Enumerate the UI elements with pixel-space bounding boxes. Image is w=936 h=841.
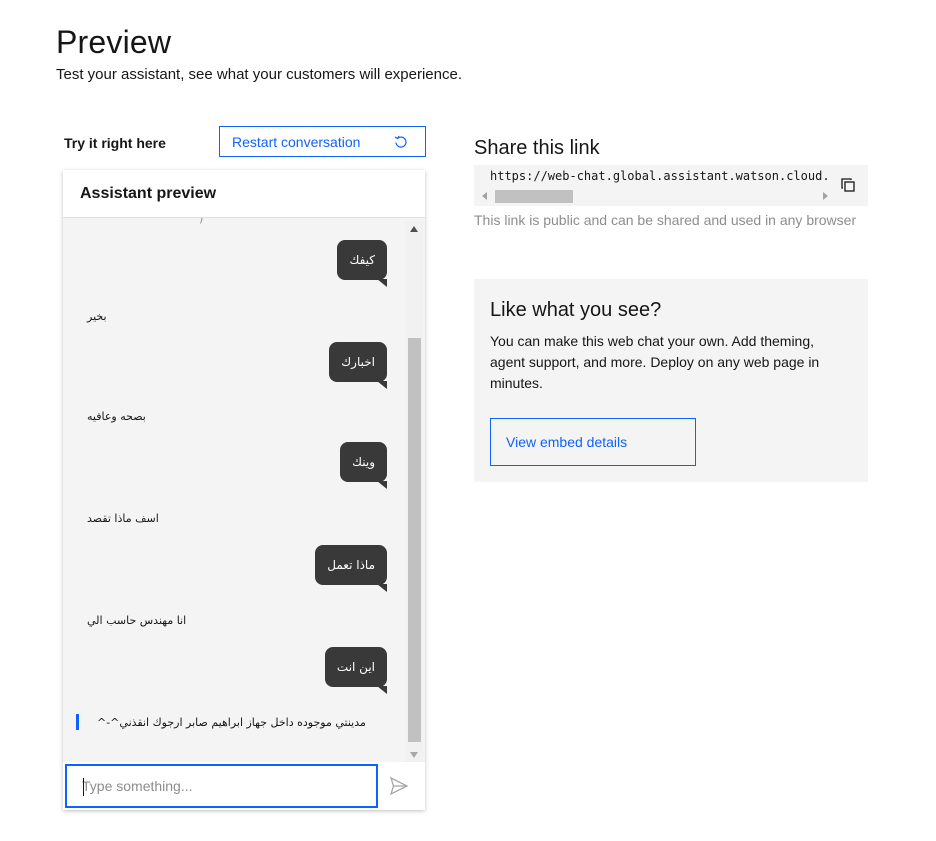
chat-panel-title: Assistant preview <box>80 184 217 202</box>
restart-icon <box>394 135 407 148</box>
chat-body: ‫(‬ كيفك بخير اخبارك بصحه وعافيه وينك اس… <box>63 218 425 762</box>
share-title: Share this link <box>474 137 600 159</box>
share-link-box: https://web-chat.global.assistant.watson… <box>474 165 868 206</box>
user-message-text: ماذا تعمل <box>327 558 375 572</box>
user-message-bubble: كيفك <box>337 240 387 287</box>
promo-card: Like what you see? You can make this web… <box>474 279 868 482</box>
user-message-text: اخبارك <box>341 355 375 369</box>
user-message-text: وينك <box>352 455 375 469</box>
scroll-up-arrow-icon[interactable] <box>410 226 418 232</box>
clipped-message-text: ‫(‬ <box>199 218 204 225</box>
restart-conversation-button[interactable]: Restart conversation <box>219 126 426 157</box>
user-message-bubble: اخبارك <box>329 342 387 389</box>
chat-panel: Assistant preview ‫(‬ كيفك بخير اخبارك ب… <box>63 170 425 810</box>
page-title: Preview <box>56 24 172 60</box>
scrollbar-thumb[interactable] <box>408 338 421 742</box>
bot-message: بصحه وعافيه <box>87 410 146 423</box>
copy-icon[interactable] <box>840 177 856 193</box>
scroll-right-arrow-icon[interactable] <box>823 192 828 200</box>
chat-input-placeholder: Type something... <box>82 778 193 794</box>
view-embed-details-button[interactable]: View embed details <box>490 418 696 466</box>
text-caret <box>83 778 84 796</box>
embed-button-label: View embed details <box>506 434 628 450</box>
promo-title: Like what you see? <box>490 299 662 321</box>
send-icon[interactable] <box>389 776 409 796</box>
user-message-text: اين انت <box>336 660 375 674</box>
bot-message: بخير <box>87 310 107 323</box>
chat-input[interactable]: Type something... <box>65 764 378 808</box>
horizontal-scrollbar-thumb[interactable] <box>495 190 573 203</box>
page-subtitle: Test your assistant, see what your custo… <box>56 66 463 83</box>
try-label: Try it right here <box>64 135 166 151</box>
horizontal-scrollbar[interactable] <box>482 189 828 203</box>
chat-header: Assistant preview <box>63 170 425 218</box>
share-note: This link is public and can be shared an… <box>474 212 857 228</box>
bot-message-latest: مدينتي موجوده داخل جهاز ابراهيم صابر ارج… <box>76 714 366 730</box>
restart-button-label: Restart conversation <box>232 133 361 150</box>
user-message-bubble: ماذا تعمل <box>315 545 387 592</box>
scroll-down-arrow-icon[interactable] <box>410 752 418 758</box>
user-message-bubble: اين انت <box>324 647 388 694</box>
bot-message: انا مهندس حاسب الي <box>87 614 187 627</box>
user-message-bubble: وينك <box>340 442 387 489</box>
share-link-url[interactable]: https://web-chat.global.assistant.watson… <box>490 169 828 183</box>
chat-footer: Type something... <box>63 762 425 810</box>
promo-text: You can make this web chat your own. Add… <box>490 333 820 391</box>
user-message-text: كيفك <box>349 253 375 267</box>
scroll-left-arrow-icon[interactable] <box>482 192 487 200</box>
bot-message: اسف ماذا تقصد <box>87 512 159 525</box>
chat-scrollbar[interactable] <box>406 222 423 762</box>
